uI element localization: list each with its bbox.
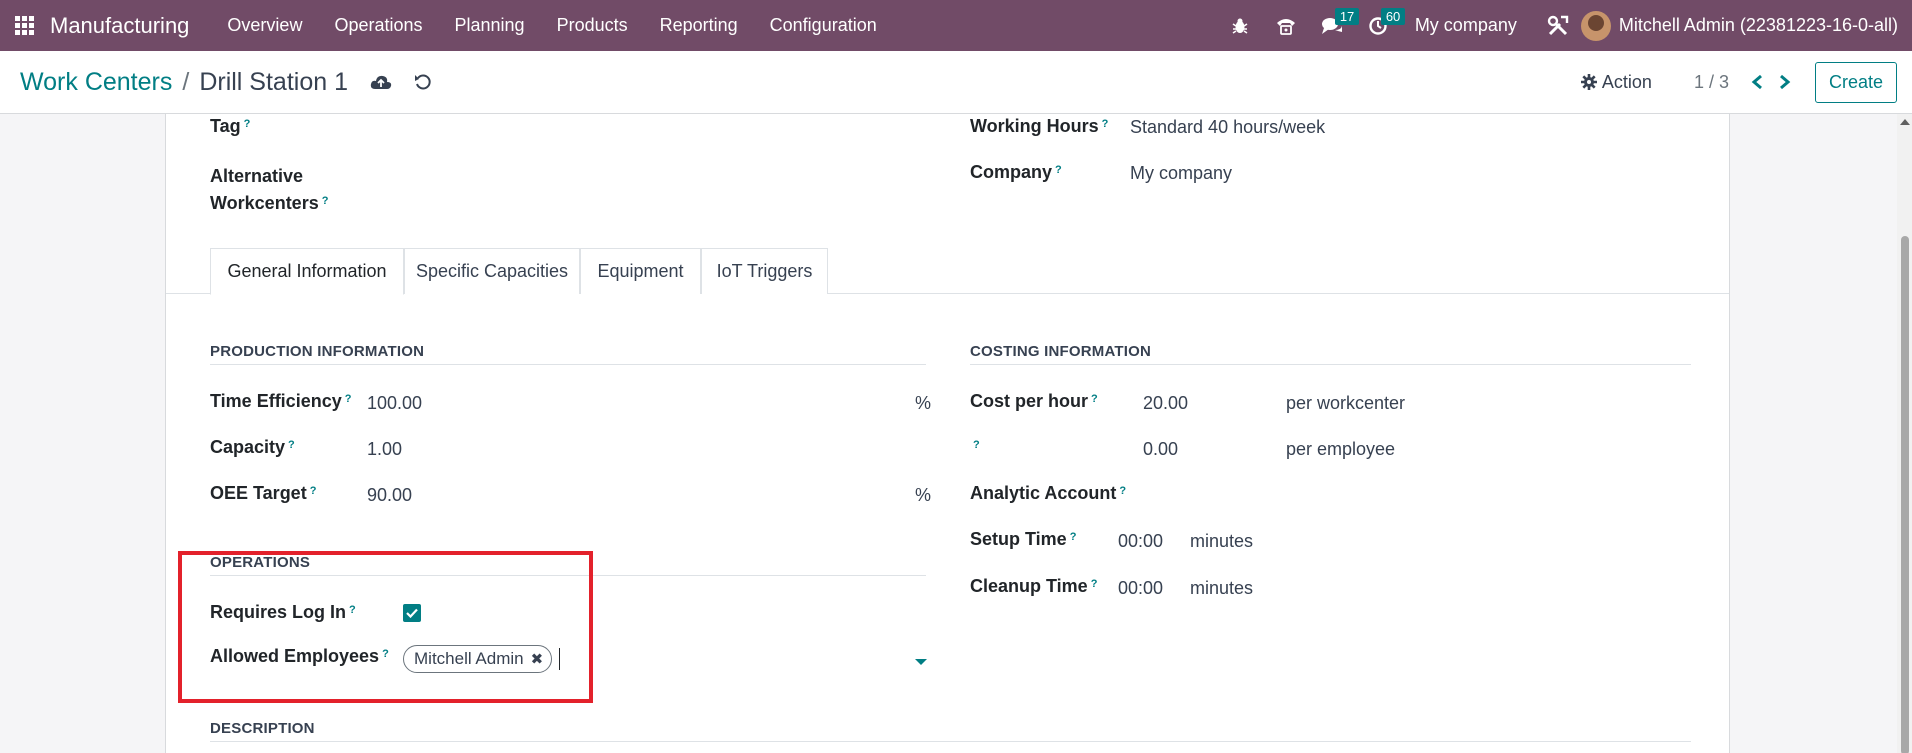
requires-log-in-label: Requires Log In? (210, 602, 356, 622)
scroll-up-arrow-icon[interactable] (1900, 119, 1910, 125)
app-name[interactable]: Manufacturing (50, 13, 189, 39)
operations-title: OPERATIONS (210, 554, 311, 571)
production-information-title: PRODUCTION INFORMATION (210, 343, 425, 360)
alternative-workcenters-label: Alternative Workcenters? (210, 166, 329, 213)
section-divider (210, 741, 1691, 742)
page-scrollbar[interactable] (1897, 114, 1912, 753)
menu-configuration[interactable]: Configuration (754, 0, 893, 51)
cost-per-hour-unit: per workcenter (1286, 393, 1406, 413)
dropdown-caret-icon[interactable] (915, 659, 927, 665)
time-efficiency-input[interactable]: 100.00 (367, 390, 422, 417)
breadcrumb-work-centers[interactable]: Work Centers (20, 68, 172, 97)
cleanup-time-unit: minutes (1190, 578, 1254, 598)
debug-bug-icon[interactable] (1217, 0, 1263, 51)
action-menu-button[interactable]: Action (1580, 71, 1652, 93)
grid-icon (14, 16, 34, 35)
breadcrumb-current: Drill Station 1 (199, 67, 348, 96)
user-name: Mitchell Admin (22381223-16-0-all) (1618, 15, 1898, 35)
chevron-left-icon (1751, 74, 1762, 90)
oee-target-unit: % (915, 485, 932, 505)
menu-operations[interactable]: Operations (318, 0, 438, 51)
discard-button[interactable] (414, 73, 432, 91)
remove-tag-icon[interactable]: ✖ (531, 650, 544, 668)
time-efficiency-unit: % (915, 393, 932, 413)
cost-per-hour-input[interactable]: 20.00 (1143, 390, 1188, 417)
activities-clock-icon[interactable]: 60 (1355, 0, 1406, 51)
menu-reporting[interactable]: Reporting (644, 0, 754, 51)
company-field[interactable]: My company (1130, 160, 1232, 187)
apps-menu-button[interactable] (0, 0, 48, 51)
tab-specific-capacities[interactable]: Specific Capacities (404, 248, 580, 294)
breadcrumb-separator: / (182, 67, 190, 96)
capacity-input[interactable]: 1.00 (367, 436, 402, 463)
pager-value[interactable]: 1 / 3 (1694, 72, 1729, 93)
menu-planning[interactable]: Planning (439, 0, 541, 51)
capacity-label: Capacity? (210, 437, 295, 457)
create-button[interactable]: Create (1814, 61, 1897, 103)
section-divider (210, 575, 926, 576)
pager-previous-button[interactable] (1743, 74, 1771, 90)
tools-icon[interactable] (1535, 0, 1581, 51)
action-label: Action (1601, 71, 1652, 92)
setup-time-label: Setup Time? (970, 529, 1077, 549)
section-divider (970, 364, 1691, 365)
company-label: Company? (970, 162, 1062, 182)
control-panel: Work Centers / Drill Station 1 Action 1 … (0, 51, 1912, 114)
top-navbar: Manufacturing Overview Operations Planni… (0, 0, 1912, 51)
employee-tag-mitchell-admin: Mitchell Admin ✖ (403, 645, 553, 673)
tab-equipment[interactable]: Equipment (580, 248, 701, 294)
undo-icon (414, 74, 431, 90)
setup-time-unit: minutes (1190, 531, 1254, 551)
phone-icon[interactable] (1263, 0, 1309, 51)
oee-target-input[interactable]: 90.00 (367, 482, 412, 509)
employee-cost-input[interactable]: 0.00 (1143, 436, 1178, 463)
cleanup-time-label: Cleanup Time? (970, 576, 1098, 596)
working-hours-field[interactable]: Standard 40 hours/week (1130, 114, 1325, 141)
chevron-right-icon (1779, 74, 1791, 90)
pager-next-button[interactable] (1771, 74, 1799, 90)
setup-time-input[interactable]: 00:00 (1118, 528, 1163, 555)
user-menu[interactable]: Mitchell Admin (22381223-16-0-all) (1580, 10, 1912, 41)
cost-per-hour-label: Cost per hour? (970, 391, 1098, 411)
breadcrumb: Work Centers / Drill Station 1 (20, 68, 348, 97)
allowed-employees-input[interactable] (559, 648, 560, 670)
save-cloud-button[interactable] (370, 74, 392, 90)
requires-log-in-checkbox[interactable] (403, 604, 421, 622)
employee-tag-label: Mitchell Admin (414, 649, 524, 668)
scrollbar-thumb[interactable] (1901, 236, 1909, 753)
menu-overview[interactable]: Overview (211, 0, 318, 51)
allowed-employees-label: Allowed Employees? (210, 646, 389, 666)
messages-icon[interactable]: 17 (1309, 0, 1360, 51)
avatar (1580, 10, 1611, 41)
oee-target-label: OEE Target? (210, 483, 317, 503)
tag-label: Tag? (210, 116, 251, 136)
costing-information-title: COSTING INFORMATION (970, 343, 1152, 360)
time-efficiency-label: Time Efficiency? (210, 391, 352, 411)
description-title: DESCRIPTION (210, 720, 315, 737)
cleanup-time-input[interactable]: 00:00 (1118, 575, 1163, 602)
employee-cost-label: ? (973, 439, 980, 451)
section-divider (210, 364, 926, 365)
activities-count-badge: 60 (1380, 8, 1406, 25)
tab-iot-triggers[interactable]: IoT Triggers (701, 248, 828, 294)
working-hours-label: Working Hours? (970, 116, 1109, 136)
employee-cost-unit: per employee (1286, 439, 1396, 459)
analytic-account-label: Analytic Account? (970, 483, 1127, 503)
check-icon (406, 608, 418, 618)
cloud-upload-icon (370, 75, 392, 89)
tab-general-information[interactable]: General Information (210, 248, 404, 295)
gear-icon (1580, 74, 1597, 90)
menu-products[interactable]: Products (541, 0, 644, 51)
form-sheet: Tag? Alternative Workcenters? Working Hou… (165, 114, 1730, 753)
company-switcher[interactable]: My company (1401, 15, 1535, 36)
